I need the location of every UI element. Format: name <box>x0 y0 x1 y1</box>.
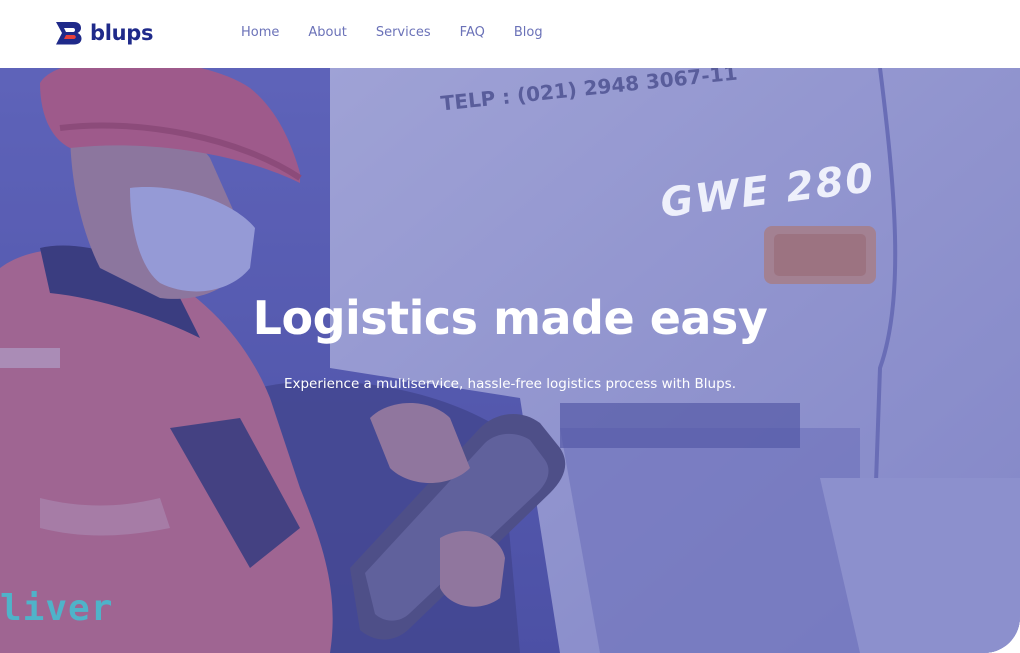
nav-services-link[interactable]: Services <box>376 24 431 42</box>
nav-blog-link[interactable]: Blog <box>514 24 543 42</box>
hero-section: TELP : (021) 2948 3067-11 GWE 280 liver … <box>0 68 1020 653</box>
brand-name: blups <box>90 21 154 45</box>
nav-faq-link[interactable]: FAQ <box>460 24 485 42</box>
blups-logo-icon <box>56 22 82 45</box>
hero-subtitle: Experience a multiservice, hassle-free l… <box>283 376 737 392</box>
brand-logo[interactable]: blups <box>54 20 154 46</box>
nav-home-link[interactable]: Home <box>241 24 279 42</box>
main-nav: Home About Services FAQ Blog <box>241 24 572 42</box>
nav-about-link[interactable]: About <box>308 24 346 42</box>
hero-title: Logistics made easy <box>252 291 768 345</box>
navbar: blups Home About Services FAQ Blog <box>0 0 1020 68</box>
jacket-print-text: liver <box>0 588 114 629</box>
